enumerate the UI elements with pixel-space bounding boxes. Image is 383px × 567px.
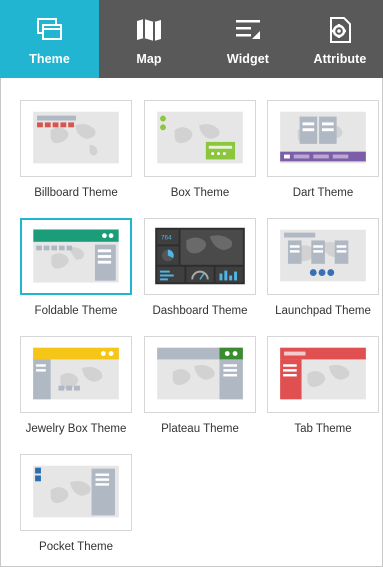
dashboard-thumb-value: 764 bbox=[161, 234, 172, 241]
theme-name: Foldable Theme bbox=[34, 305, 118, 317]
theme-name: Launchpad Theme bbox=[275, 305, 371, 317]
plateau-thumbnail bbox=[144, 336, 256, 413]
billboard-thumbnail bbox=[20, 100, 132, 177]
tab-attribute[interactable]: Attribute bbox=[297, 0, 383, 78]
theme-name: Dart Theme bbox=[292, 187, 354, 199]
theme-name: Jewelry Box Theme bbox=[25, 423, 127, 435]
tab-thumbnail bbox=[267, 336, 379, 413]
launchpad-thumbnail bbox=[267, 218, 379, 295]
theme-name: Dashboard Theme bbox=[152, 305, 248, 317]
tab-widget-label: Widget bbox=[226, 52, 270, 66]
theme-name: Pocket Theme bbox=[39, 541, 113, 553]
tab-widget[interactable]: Widget bbox=[199, 0, 297, 78]
theme-name: Plateau Theme bbox=[161, 423, 239, 435]
tab-bar: Theme Map Widget Attribute bbox=[0, 0, 383, 78]
theme-name: Billboard Theme bbox=[34, 187, 118, 199]
tab-theme-label: Theme bbox=[29, 52, 70, 66]
dart-thumbnail bbox=[267, 100, 379, 177]
theme-icon bbox=[35, 15, 65, 45]
attribute-icon bbox=[325, 15, 355, 45]
tab-map[interactable]: Map bbox=[99, 0, 199, 78]
tab-attribute-label: Attribute bbox=[313, 52, 367, 66]
dashboard-thumbnail: 764 bbox=[144, 218, 256, 295]
tab-theme[interactable]: Theme bbox=[0, 0, 99, 78]
pocket-thumbnail bbox=[20, 454, 132, 531]
tab-map-label: Map bbox=[136, 52, 162, 66]
jewelry-box-thumbnail bbox=[20, 336, 132, 413]
theme-name: Box Theme bbox=[170, 187, 230, 199]
foldable-thumbnail bbox=[20, 218, 132, 295]
theme-name: Tab Theme bbox=[294, 423, 352, 435]
map-icon bbox=[134, 15, 164, 45]
widget-icon bbox=[233, 15, 263, 45]
box-thumbnail bbox=[144, 100, 256, 177]
